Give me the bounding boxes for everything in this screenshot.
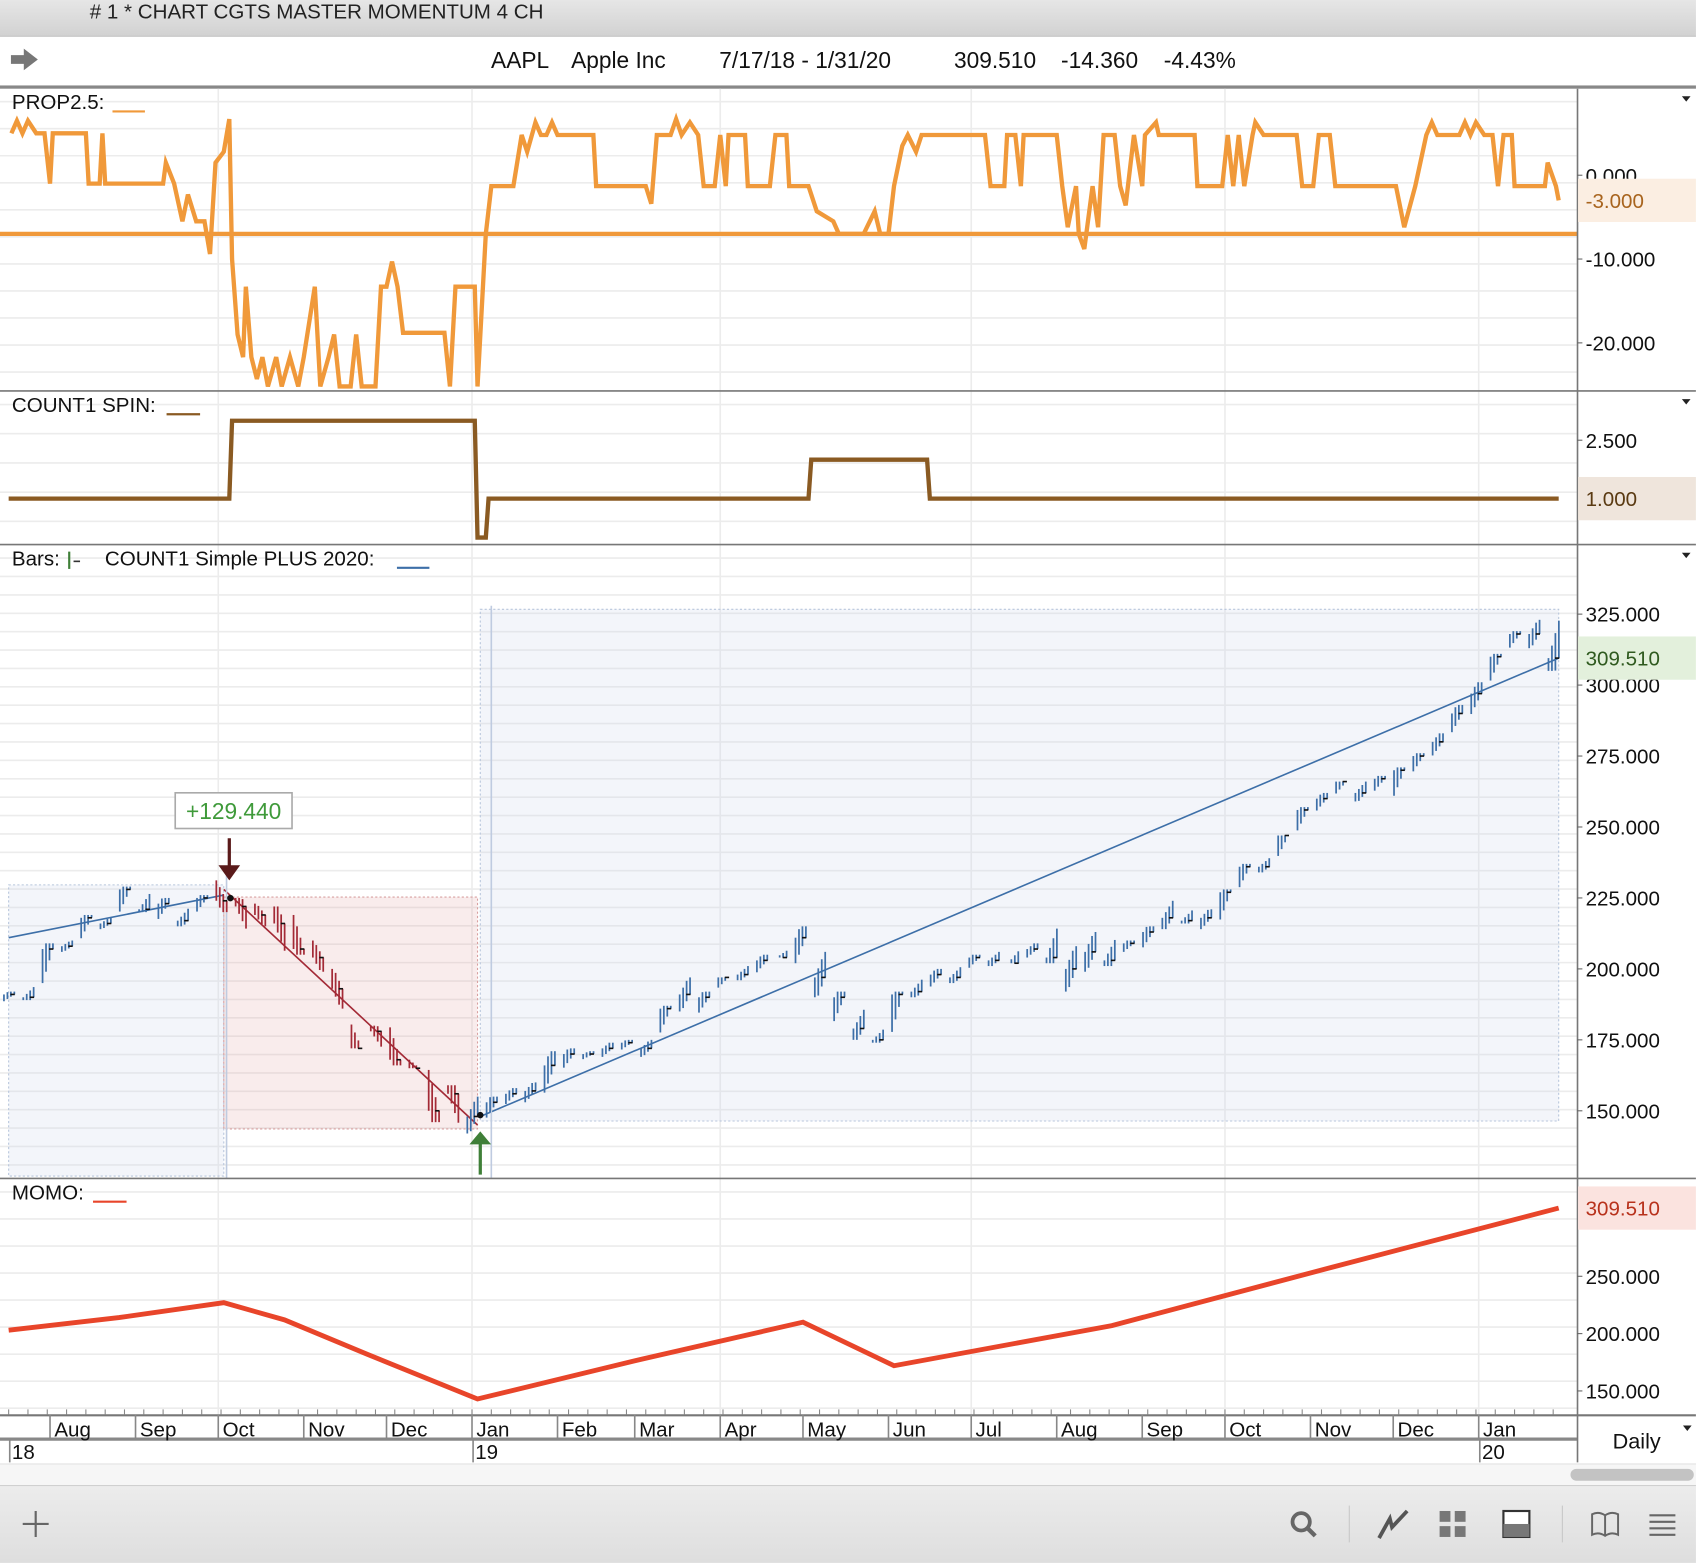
- prop-axis-label: -20.000: [1586, 332, 1656, 355]
- bars-label: Bars:: [12, 548, 60, 571]
- up-swing-region: [8, 884, 225, 1177]
- month-label: Sep: [1147, 1418, 1184, 1441]
- year-label: 19: [475, 1441, 498, 1463]
- price-panel-menu-icon[interactable]: [1681, 552, 1691, 559]
- drawing-tool-icon[interactable]: [1377, 1508, 1409, 1540]
- momo-series-line: [8, 1205, 1560, 1402]
- signal-point: [477, 1111, 484, 1119]
- prop-panel-menu-icon[interactable]: [1681, 96, 1691, 102]
- spin-axis-label: 2.500: [1586, 430, 1637, 453]
- month-label: Jun: [893, 1418, 926, 1441]
- up-swing-region: [479, 608, 1560, 1122]
- month-label: Dec: [1398, 1418, 1435, 1441]
- month-label: Nov: [1315, 1418, 1352, 1441]
- price-current-value: 309.510: [1586, 648, 1660, 671]
- month-label: Nov: [308, 1418, 345, 1441]
- layout-grid-icon[interactable]: [1436, 1508, 1468, 1540]
- month-label: Aug: [1061, 1418, 1098, 1441]
- prop-axis-label: -10.000: [1586, 249, 1656, 272]
- toolbar-separator: [1348, 1505, 1350, 1543]
- month-label: Oct: [223, 1418, 255, 1441]
- prop-series-line: [9, 112, 1561, 389]
- prop-panel-label: PROP2.5:: [12, 91, 105, 114]
- month-label: Oct: [1229, 1418, 1261, 1441]
- scrollbar-thumb[interactable]: [1570, 1468, 1694, 1481]
- study-label: COUNT1 Simple PLUS 2020:: [105, 548, 375, 571]
- year-label: 20: [1482, 1441, 1505, 1463]
- year-label: 18: [12, 1441, 35, 1463]
- swing-gain-label: +129.440: [186, 798, 281, 824]
- spin-panel-label: COUNT1 SPIN:: [12, 394, 156, 417]
- periodicity-label[interactable]: Daily: [1613, 1428, 1661, 1453]
- search-icon[interactable]: [1287, 1508, 1319, 1540]
- month-label: May: [807, 1418, 847, 1441]
- month-label: Mar: [639, 1418, 675, 1441]
- spin-panel-menu-icon[interactable]: [1681, 399, 1691, 405]
- momo-panel-label: MOMO:: [12, 1181, 84, 1204]
- month-label: Feb: [562, 1418, 597, 1441]
- momo-axis-label: 200.000: [1586, 1323, 1660, 1346]
- momo-axis-label: 250.000: [1586, 1266, 1660, 1289]
- month-label: Jan: [476, 1418, 509, 1441]
- month-label: Jul: [976, 1418, 1002, 1441]
- month-label: Dec: [391, 1418, 428, 1441]
- price-axis-label: 225.000: [1586, 888, 1660, 911]
- spin-series-line: [8, 418, 1559, 540]
- chart-area[interactable]: PROP2.5: COUNT1 SPIN: Bars: COUNT1 Simpl…: [0, 0, 1696, 1463]
- price-axis-label: 175.000: [1586, 1029, 1660, 1052]
- month-label: Apr: [725, 1418, 757, 1441]
- book-icon[interactable]: [1589, 1508, 1621, 1540]
- bottom-toolbar: [0, 1485, 1696, 1563]
- toolbar-separator: [1561, 1505, 1563, 1543]
- price-axis-label: 200.000: [1586, 958, 1660, 981]
- month-label: Jan: [1483, 1418, 1516, 1441]
- price-axis-label: 150.000: [1586, 1100, 1660, 1123]
- panel-layout-icon[interactable]: [1500, 1508, 1532, 1540]
- price-axis-label: 250.000: [1586, 817, 1660, 840]
- horizontal-scrollbar[interactable]: [0, 1463, 1696, 1487]
- price-axis-label: 275.000: [1586, 746, 1660, 769]
- down-swing-region: [223, 896, 479, 1130]
- menu-icon[interactable]: [1646, 1508, 1678, 1540]
- month-label: Sep: [140, 1418, 177, 1441]
- sell-arrow-icon: [218, 865, 241, 881]
- month-label: Aug: [54, 1418, 91, 1441]
- spin-current-value: 1.000: [1586, 488, 1637, 511]
- signal-point: [227, 894, 234, 902]
- momo-axis-label: 150.000: [1586, 1381, 1660, 1404]
- prop-current-value: -3.000: [1586, 190, 1644, 213]
- momo-current-value: 309.510: [1586, 1198, 1660, 1221]
- add-icon[interactable]: [19, 1508, 51, 1540]
- price-axis-label: 325.000: [1586, 604, 1660, 627]
- periodicity-menu-icon[interactable]: [1682, 1425, 1692, 1431]
- chart-window: # 1 * CHART CGTS MASTER MOMENTUM 4 CH AA…: [0, 0, 1696, 1563]
